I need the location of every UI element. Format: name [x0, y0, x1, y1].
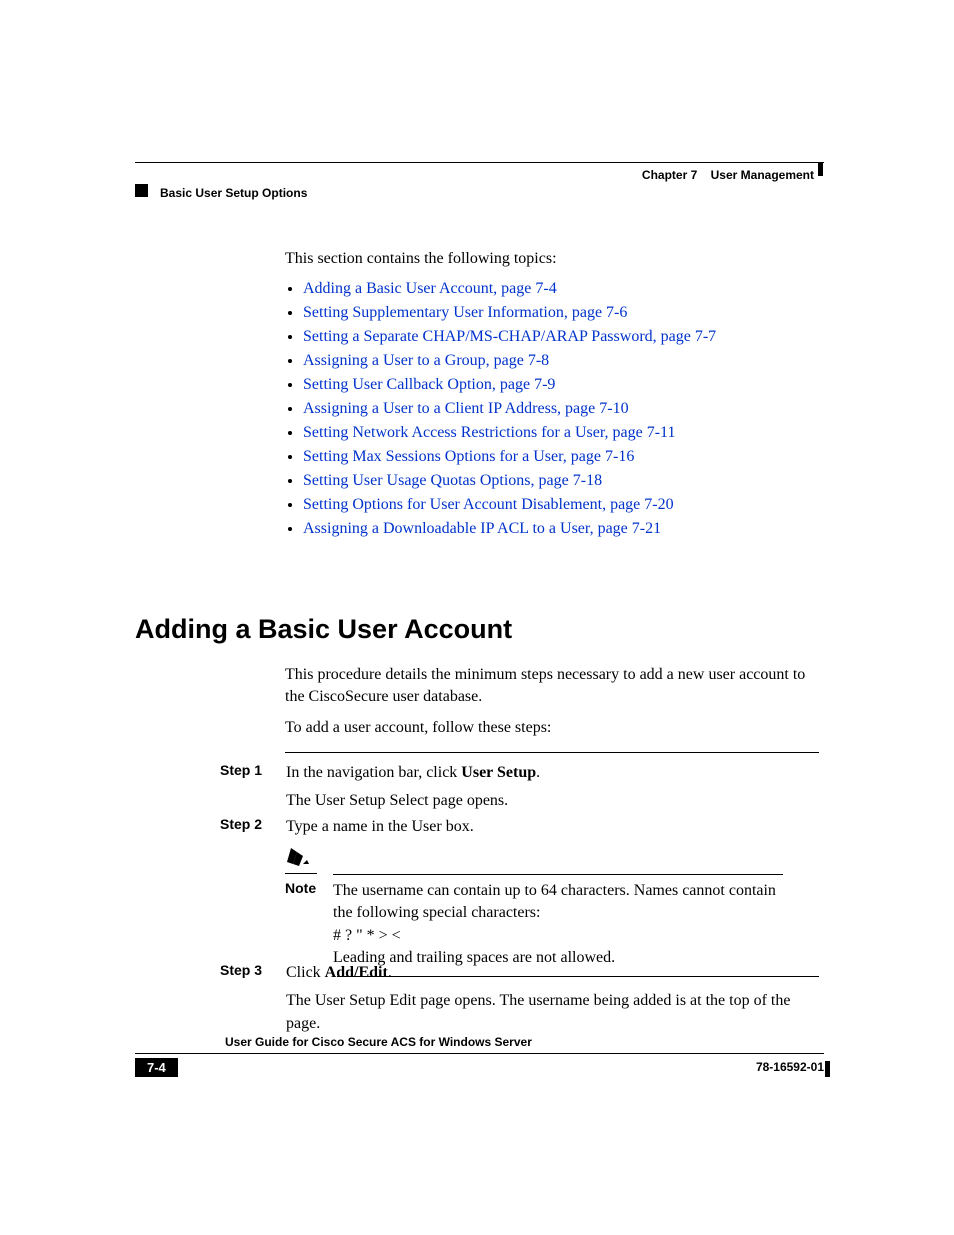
step-body: In the navigation bar, click User Setup.…	[286, 762, 815, 813]
running-header-chapter: Chapter 7 User Management	[642, 168, 814, 182]
topic-item: Assigning a Downloadable IP ACL to a Use…	[303, 520, 819, 538]
section-intro-1: This procedure details the minimum steps…	[285, 664, 819, 707]
footer-marker-right	[825, 1061, 830, 1077]
topic-link[interactable]: Setting a Separate CHAP/MS-CHAP/ARAP Pas…	[303, 328, 716, 345]
note-block: Note The username can contain up to 64 c…	[285, 846, 819, 977]
footer-guide-title: User Guide for Cisco Secure ACS for Wind…	[225, 1035, 532, 1049]
topic-link[interactable]: Setting Max Sessions Options for a User,…	[303, 448, 634, 465]
chapter-label: Chapter 7	[642, 168, 697, 182]
step1-ui-element: User Setup	[461, 764, 536, 781]
note-line1: The username can contain up to 64 charac…	[333, 882, 776, 921]
topic-link[interactable]: Assigning a Downloadable IP ACL to a Use…	[303, 520, 661, 537]
step-3: Step 3 Click Add/Edit. The User Setup Ed…	[220, 962, 819, 1035]
topic-link[interactable]: Adding a Basic User Account, page 7-4	[303, 280, 557, 297]
topic-link[interactable]: Setting User Usage Quotas Options, page …	[303, 472, 602, 489]
topic-item: Setting Network Access Restrictions for …	[303, 424, 819, 442]
header-marker-left	[135, 184, 148, 197]
page-number: 7-4	[135, 1058, 178, 1077]
topic-link[interactable]: Setting Options for User Account Disable…	[303, 496, 674, 513]
topic-link[interactable]: Setting Network Access Restrictions for …	[303, 424, 675, 441]
document-id: 78-16592-01	[756, 1060, 824, 1074]
topics-list: Adding a Basic User Account, page 7-4 Se…	[285, 280, 819, 538]
step3-result: The User Setup Edit page opens. The user…	[286, 990, 815, 1035]
footer-rule	[135, 1053, 824, 1054]
header-rule	[135, 162, 824, 163]
topic-item: Assigning a User to a Group, page 7-8	[303, 352, 819, 370]
topic-item: Setting Supplementary User Information, …	[303, 304, 819, 322]
step3-text-pre: Click	[286, 964, 325, 981]
running-header-section: Basic User Setup Options	[160, 186, 307, 200]
topic-link[interactable]: Setting User Callback Option, page 7-9	[303, 376, 555, 393]
step3-ui-element: Add/Edit	[325, 964, 388, 981]
chapter-title: User Management	[711, 168, 814, 182]
note-chars: # ? " * > <	[333, 927, 401, 944]
step-label: Step 1	[220, 762, 282, 778]
section-body: This procedure details the minimum steps…	[285, 664, 819, 749]
step-label: Step 3	[220, 962, 282, 978]
step1-result: The User Setup Select page opens.	[286, 790, 508, 812]
topic-item: Assigning a User to a Client IP Address,…	[303, 400, 819, 418]
step-body: Click Add/Edit. The User Setup Edit page…	[286, 962, 815, 1035]
step-body: Type a name in the User box.	[286, 816, 815, 838]
step-2: Step 2 Type a name in the User box.	[220, 816, 819, 838]
steps-top-rule	[285, 752, 819, 753]
footer-bar: 7-4 78-16592-01	[135, 1057, 824, 1077]
topics-intro: This section contains the following topi…	[285, 250, 819, 268]
header-marker-right	[818, 162, 823, 176]
step1-text-pre: In the navigation bar, click	[286, 764, 461, 781]
note-text: The username can contain up to 64 charac…	[333, 874, 783, 970]
topic-link[interactable]: Setting Supplementary User Information, …	[303, 304, 627, 321]
topic-item: Setting Max Sessions Options for a User,…	[303, 448, 819, 466]
step1-text-post: .	[536, 764, 540, 781]
step3-text-post: .	[388, 964, 392, 981]
document-page: Chapter 7 User Management Basic User Set…	[0, 0, 954, 1235]
step-label: Step 2	[220, 816, 282, 832]
topic-item: Setting Options for User Account Disable…	[303, 496, 819, 514]
step-1: Step 1 In the navigation bar, click User…	[220, 762, 819, 813]
topic-item: Setting User Usage Quotas Options, page …	[303, 472, 819, 490]
topic-item: Setting User Callback Option, page 7-9	[303, 376, 819, 394]
topic-link[interactable]: Assigning a User to a Group, page 7-8	[303, 352, 549, 369]
topic-item: Adding a Basic User Account, page 7-4	[303, 280, 819, 298]
pencil-icon	[285, 846, 317, 874]
section-heading: Adding a Basic User Account	[135, 614, 512, 645]
topic-link[interactable]: Assigning a User to a Client IP Address,…	[303, 400, 629, 417]
topic-item: Setting a Separate CHAP/MS-CHAP/ARAP Pas…	[303, 328, 819, 346]
page-footer: User Guide for Cisco Secure ACS for Wind…	[135, 1053, 824, 1077]
topics-block: This section contains the following topi…	[285, 250, 819, 568]
section-intro-2: To add a user account, follow these step…	[285, 717, 819, 739]
note-label: Note	[285, 874, 329, 896]
